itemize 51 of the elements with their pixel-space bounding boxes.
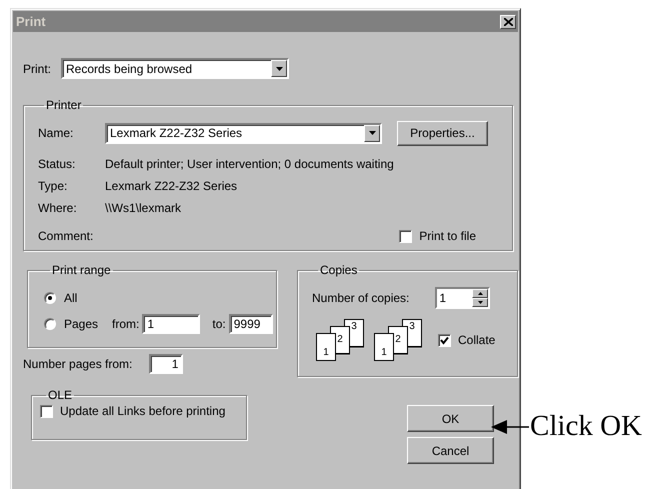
number-pages-field[interactable]: 1: [149, 354, 184, 374]
checkbox-label: Print to file: [419, 229, 476, 243]
page-stack-drawing: 3 2 1: [374, 319, 422, 361]
group-title: Printer: [45, 98, 82, 112]
up-icon: [478, 292, 483, 295]
checkbox[interactable]: [438, 334, 451, 346]
caret-icon: [368, 131, 376, 135]
ok-button[interactable]: OK: [407, 405, 494, 432]
annotation-text: Click OK: [530, 410, 642, 443]
print-dropdown[interactable]: Records being browsed: [61, 58, 289, 79]
info-label: Status:: [38, 157, 76, 171]
cancel-button[interactable]: Cancel: [407, 437, 494, 464]
group-title: OLE: [47, 388, 74, 402]
caret-icon: [276, 66, 282, 70]
dropdown-button[interactable]: [364, 124, 380, 142]
checkbox[interactable]: [399, 230, 412, 242]
radio-label: All: [64, 291, 78, 305]
dropdown-button[interactable]: [271, 60, 287, 77]
checkbox-label: Collate: [458, 333, 496, 347]
name-label: Name:: [38, 126, 74, 140]
from-field[interactable]: 1: [142, 314, 200, 334]
info-label: Where:: [38, 201, 78, 215]
close-icon: [504, 18, 512, 26]
info-value: Lexmark Z22-Z32 Series: [105, 179, 238, 193]
radio-button[interactable]: [44, 318, 56, 330]
print-label: Print:: [23, 62, 52, 76]
down-icon: [478, 301, 483, 304]
arrow-icon: [491, 418, 529, 434]
group-title: Print range: [51, 263, 112, 277]
radio-button[interactable]: [44, 292, 56, 304]
info-value: Default printer; User intervention; 0 documents waiting: [105, 157, 394, 171]
spin-up-button[interactable]: [472, 289, 488, 298]
to-field[interactable]: 9999: [228, 314, 273, 334]
to-label: to:: [212, 317, 226, 331]
from-label: from:: [112, 317, 140, 331]
printer-dropdown[interactable]: Lexmark Z22-Z32 Series: [105, 122, 382, 144]
group-title: Copies: [319, 263, 358, 277]
info-value: \\Ws1\lexmark: [105, 201, 182, 215]
checkbox-label: Update all Links before printing: [60, 404, 226, 418]
copies-spinner[interactable]: 1: [435, 287, 490, 309]
info-label: Comment:: [38, 229, 94, 243]
properties-button[interactable]: Properties...: [397, 120, 488, 146]
copies-label: Number of copies:: [312, 291, 410, 305]
page-stack-drawing: 3 2 1: [316, 319, 364, 361]
close-button[interactable]: [500, 14, 516, 28]
radio-label: Pages: [64, 317, 98, 331]
info-label: Type:: [38, 179, 68, 193]
window-title: Print: [16, 14, 46, 29]
checkbox[interactable]: [40, 404, 53, 418]
spin-down-button[interactable]: [472, 298, 488, 307]
number-pages-label: Number pages from:: [23, 357, 132, 371]
